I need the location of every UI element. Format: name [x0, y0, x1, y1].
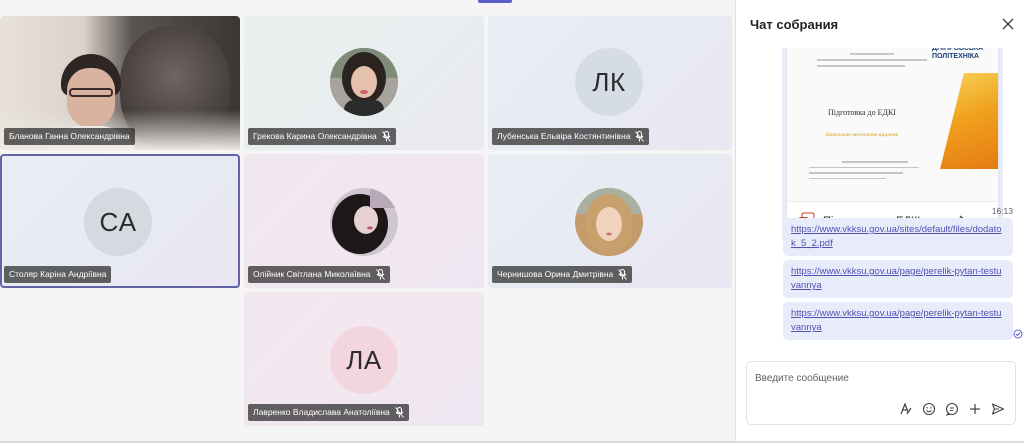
- mic-off-icon: [618, 269, 628, 280]
- compose-toolbar: [899, 402, 1005, 418]
- chat-message-link[interactable]: https://www.vkksu.gov.ua/page/perelik-py…: [783, 302, 1013, 340]
- mic-off-icon: [375, 269, 385, 280]
- seen-check-icon: [1013, 329, 1023, 339]
- mic-off-icon: [394, 407, 404, 418]
- chat-messages[interactable]: ДНІПРОВСЬКА ПОЛІТЕХНІКА Підготовка до ЕД…: [736, 48, 1024, 353]
- close-icon[interactable]: [1001, 17, 1015, 31]
- participant-name-tag: Бланова Ганна Олександрівна: [4, 128, 135, 145]
- participant-tile[interactable]: Чернишова Орина Дмитрівна: [488, 154, 732, 288]
- participant-avatar-photo: [330, 188, 398, 256]
- participant-name-tag: Лавренко Владислава Анатоліївна: [248, 404, 409, 421]
- chat-panel: Чат собрания ДНІПРОВСЬКА ПОЛІТЕХНІКА Під…: [735, 0, 1024, 443]
- preview-title: Підготовка до ЕДКІ: [828, 108, 896, 117]
- participant-initials: CA: [84, 188, 152, 256]
- participant-name: Чернишова Орина Дмитрівна: [497, 269, 614, 279]
- chat-header: Чат собрания: [736, 0, 1024, 48]
- file-preview: ДНІПРОВСЬКА ПОЛІТЕХНІКА Підготовка до ЕД…: [787, 48, 998, 201]
- participant-tile[interactable]: Бланова Ганна Олександрівна: [0, 16, 240, 150]
- participant-avatar-photo: [330, 48, 398, 116]
- participant-name-tag: Чернишова Орина Дмитрівна: [492, 266, 633, 283]
- participant-tile[interactable]: CA Столяр Каріна Андріївна: [0, 154, 240, 288]
- video-grid: Бланова Ганна Олександрівна Грекова Кари…: [0, 0, 735, 443]
- message-timestamp: 16:13: [991, 206, 1013, 216]
- participant-name: Олійник Світлана Миколаївна: [253, 269, 371, 279]
- participant-tile[interactable]: ЛА Лавренко Владислава Анатоліївна: [244, 292, 484, 426]
- file-message: ДНІПРОВСЬКА ПОЛІТЕХНІКА Підготовка до ЕД…: [782, 48, 1003, 244]
- mic-off-icon: [381, 131, 391, 142]
- participant-name: Грекова Карина Олександрівна: [253, 131, 377, 141]
- sticker-icon[interactable]: [945, 402, 959, 416]
- file-attachment-card[interactable]: ДНІПРОВСЬКА ПОЛІТЕХНІКА Підготовка до ЕД…: [786, 48, 999, 238]
- teams-meeting-window: Бланова Ганна Олександрівна Грекова Кари…: [0, 0, 1024, 443]
- send-icon[interactable]: [991, 402, 1005, 416]
- emoji-icon[interactable]: [922, 402, 936, 416]
- preview-text-lines: [809, 161, 919, 183]
- chat-title: Чат собрания: [750, 16, 839, 32]
- message-input[interactable]: [755, 370, 1005, 386]
- preview-logo-text: ДНІПРОВСЬКА ПОЛІТЕХНІКА: [932, 48, 984, 60]
- add-icon[interactable]: [968, 402, 982, 416]
- tab-indicator: [478, 0, 512, 3]
- preview-header-lines: [817, 53, 927, 71]
- chat-message-link[interactable]: https://www.vkksu.gov.ua/page/perelik-py…: [783, 260, 1013, 298]
- participant-avatar-photo: [575, 188, 643, 256]
- preview-decor: [940, 73, 998, 169]
- participant-name: Бланова Ганна Олександрівна: [9, 131, 130, 141]
- format-icon[interactable]: [899, 402, 913, 416]
- participant-name: Лавренко Владислава Анатоліївна: [253, 407, 390, 417]
- chat-message-link[interactable]: https://www.vkksu.gov.ua/sites/default/f…: [783, 218, 1013, 256]
- participant-initials: ЛА: [330, 326, 398, 394]
- mic-off-icon: [635, 131, 645, 142]
- participant-name-tag: Олійник Світлана Миколаївна: [248, 266, 390, 283]
- participant-name-tag: Грекова Карина Олександрівна: [248, 128, 396, 145]
- participant-tile[interactable]: ЛК Лубенська Ельвіра Костянтинівна: [488, 16, 732, 150]
- participant-name: Лубенська Ельвіра Костянтинівна: [497, 131, 631, 141]
- preview-subtitle: Навчально-методичне видання: [825, 132, 899, 138]
- participant-name: Столяр Каріна Андріївна: [9, 269, 107, 279]
- participant-name-tag: Столяр Каріна Андріївна: [4, 266, 112, 283]
- compose-box: [746, 361, 1016, 425]
- participant-initials: ЛК: [575, 48, 643, 116]
- participant-tile[interactable]: Олійник Світлана Миколаївна: [244, 154, 484, 288]
- participant-name-tag: Лубенська Ельвіра Костянтинівна: [492, 128, 650, 145]
- participant-tile[interactable]: Грекова Карина Олександрівна: [244, 16, 484, 150]
